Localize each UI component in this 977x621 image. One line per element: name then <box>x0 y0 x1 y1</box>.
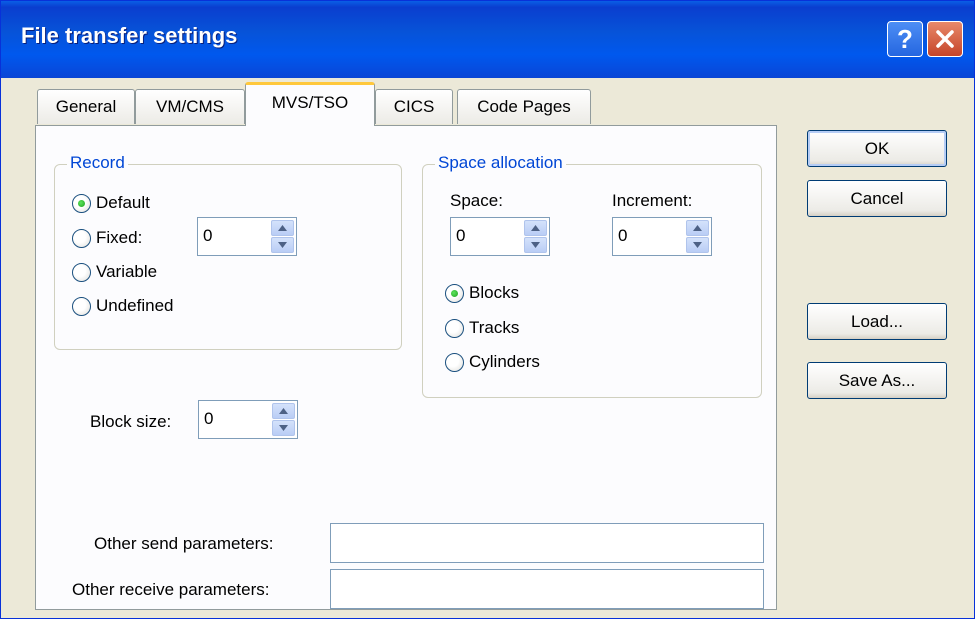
space-spinner[interactable]: 0 <box>450 217 550 256</box>
radio-button[interactable] <box>445 352 464 372</box>
arrow-up-icon <box>278 225 287 231</box>
save-as-button[interactable]: Save As... <box>807 362 947 399</box>
help-icon: ? <box>897 23 913 54</box>
tab-panel-mvs-tso: Record Default Fixed: Variable Undefined <box>35 125 777 610</box>
tab-label: General <box>55 97 117 116</box>
other-receive-label: Other receive parameters: <box>72 580 270 599</box>
block-size-label: Block size: <box>90 412 172 431</box>
radio-button[interactable] <box>72 228 91 248</box>
arrow-down-icon <box>279 425 288 431</box>
spinner-value[interactable]: 0 <box>456 226 465 246</box>
spin-up-button[interactable] <box>686 220 709 236</box>
space-allocation-legend: Space allocation <box>435 153 566 173</box>
button-label: OK <box>864 138 890 158</box>
tab-general[interactable]: General <box>37 89 135 124</box>
record-group: Record Default Fixed: Variable Undefined <box>54 153 402 350</box>
radio-button[interactable] <box>445 283 464 303</box>
other-send-label: Other send parameters: <box>94 534 274 553</box>
close-icon <box>936 30 954 48</box>
spin-down-button[interactable] <box>524 237 547 253</box>
arrow-up-icon <box>279 408 288 414</box>
arrow-down-icon <box>693 242 702 248</box>
tab-label: Code Pages <box>477 97 571 116</box>
tab-mvs-tso[interactable]: MVS/TSO <box>245 82 375 126</box>
spin-down-button[interactable] <box>271 237 294 253</box>
radio-selected-dot <box>451 289 458 297</box>
record-fixed-radio[interactable]: Fixed: <box>72 228 142 248</box>
radio-label: Tracks <box>469 318 520 337</box>
spin-up-button[interactable] <box>272 403 295 419</box>
spin-down-button[interactable] <box>272 420 295 436</box>
record-default-radio[interactable]: Default <box>72 193 150 213</box>
space-label: Space: <box>450 191 503 210</box>
record-undefined-radio[interactable]: Undefined <box>72 296 174 316</box>
other-receive-input[interactable] <box>330 569 764 609</box>
unit-cylinders-radio[interactable]: Cylinders <box>445 352 540 372</box>
radio-label: Blocks <box>469 283 520 302</box>
block-size-spinner[interactable]: 0 <box>198 400 298 439</box>
radio-button[interactable] <box>445 318 464 338</box>
record-variable-radio[interactable]: Variable <box>72 262 157 282</box>
radio-label: Fixed: <box>96 228 143 247</box>
tab-vm-cms[interactable]: VM/CMS <box>135 89 245 124</box>
help-button[interactable]: ? <box>887 21 923 57</box>
spin-up-button[interactable] <box>524 220 547 236</box>
radio-label: Undefined <box>96 296 174 315</box>
button-label: Cancel <box>850 188 904 208</box>
spin-up-button[interactable] <box>271 220 294 236</box>
arrow-up-icon <box>693 225 702 231</box>
space-allocation-group: Space allocation Space: 0 Increment: 0 B… <box>422 153 762 398</box>
radio-label: Cylinders <box>469 352 540 371</box>
window-title: File transfer settings <box>21 23 238 48</box>
tab-cics[interactable]: CICS <box>375 89 453 124</box>
unit-tracks-radio[interactable]: Tracks <box>445 318 519 338</box>
spinner-value[interactable]: 0 <box>203 226 212 246</box>
increment-label: Increment: <box>612 191 693 210</box>
spinner-value[interactable]: 0 <box>204 409 213 429</box>
arrow-down-icon <box>531 242 540 248</box>
dialog-body: General VM/CMS MVS/TSO CICS Code Pages R… <box>1 78 974 618</box>
unit-blocks-radio[interactable]: Blocks <box>445 283 519 303</box>
radio-button[interactable] <box>72 296 91 316</box>
radio-selected-dot <box>78 199 85 207</box>
load-button[interactable]: Load... <box>807 303 947 340</box>
arrow-up-icon <box>531 225 540 231</box>
tab-label: MVS/TSO <box>271 92 349 112</box>
title-bar[interactable]: File transfer settings ? <box>1 1 974 78</box>
spin-down-button[interactable] <box>686 237 709 253</box>
cancel-button[interactable]: Cancel <box>807 180 947 217</box>
arrow-down-icon <box>278 242 287 248</box>
spinner-value[interactable]: 0 <box>618 226 627 246</box>
radio-label: Variable <box>96 262 158 281</box>
tab-label: VM/CMS <box>156 97 224 116</box>
close-button[interactable] <box>927 21 963 57</box>
radio-label: Default <box>96 193 150 212</box>
record-legend: Record <box>67 153 128 173</box>
tab-code-pages[interactable]: Code Pages <box>457 89 591 124</box>
increment-spinner[interactable]: 0 <box>612 217 712 256</box>
radio-button[interactable] <box>72 193 91 213</box>
ok-button[interactable]: OK <box>807 130 947 167</box>
button-label: Save As... <box>838 370 916 390</box>
file-transfer-settings-dialog: File transfer settings ? General VM/CMS … <box>0 0 975 619</box>
tab-label: CICS <box>393 97 435 116</box>
button-label: Load... <box>851 311 903 331</box>
fixed-length-spinner[interactable]: 0 <box>197 217 297 256</box>
radio-button[interactable] <box>72 262 91 282</box>
other-send-input[interactable] <box>330 523 764 563</box>
